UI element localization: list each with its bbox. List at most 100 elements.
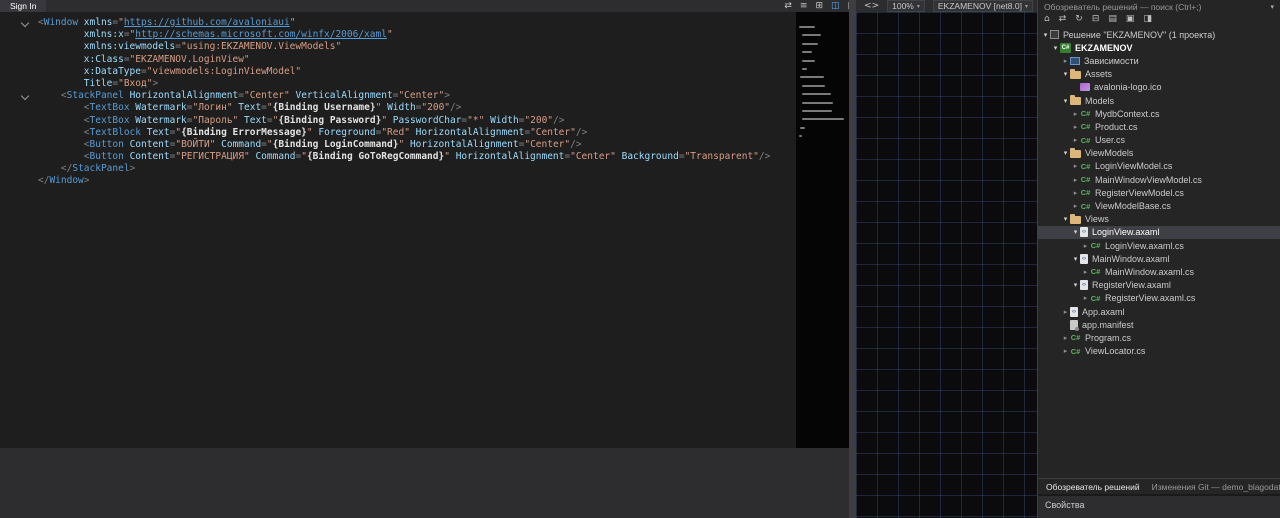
preview-selected-icon[interactable]: ◨: [1143, 12, 1152, 26]
tree-item[interactable]: ▾ C# EKZAMENOV: [1038, 41, 1280, 54]
tree-item[interactable]: ▸ C# MydbContext.cs: [1038, 107, 1280, 120]
tree-item[interactable]: app.manifest: [1038, 318, 1280, 331]
project-target-select[interactable]: EKZAMENOV [net8.0] ▾: [932, 0, 1033, 12]
code-token: "EKZAMENOV.LoginView": [129, 53, 250, 65]
code-line[interactable]: <TextBox Watermark="Пароль" Text="{Bindi…: [0, 115, 796, 127]
collapse-arrow-icon[interactable]: ▾: [1051, 44, 1060, 52]
expand-arrow-icon[interactable]: ▸: [1061, 308, 1070, 316]
fold-chevron-icon[interactable]: [20, 18, 30, 28]
tree-item[interactable]: ▾ RegisterView.axaml: [1038, 279, 1280, 292]
expand-arrow-icon[interactable]: ▸: [1071, 110, 1080, 118]
horizontal-split-icon[interactable]: ≡: [800, 0, 808, 12]
collapse-arrow-icon[interactable]: ▾: [1061, 70, 1070, 78]
collapse-arrow-icon[interactable]: ▾: [1061, 149, 1070, 157]
code-token: "Вход": [118, 77, 153, 89]
tree-item[interactable]: ▸ C# RegisterView.axaml.cs: [1038, 292, 1280, 305]
collapse-arrow-icon[interactable]: ▾: [1071, 255, 1080, 263]
tree-item-label: MydbContext.cs: [1095, 108, 1160, 119]
code-token: />: [758, 151, 771, 163]
tab-solution-explorer[interactable]: Обозреватель решений: [1046, 482, 1140, 492]
expand-arrow-icon[interactable]: ▸: [1081, 242, 1090, 250]
code-line[interactable]: <StackPanel HorizontalAlignment="Center"…: [0, 90, 796, 102]
xaml-code-editor[interactable]: <Window xmlns="https://github.com/avalon…: [0, 12, 796, 448]
tab-git-changes[interactable]: Изменения Git — demo_blagodat: [1152, 482, 1280, 492]
fold-chevron-icon[interactable]: [20, 91, 30, 101]
chevron-down-icon[interactable]: ▾: [1270, 3, 1274, 11]
collapse-arrow-icon[interactable]: ▾: [1071, 281, 1080, 289]
minimap-line: [801, 42, 818, 45]
code-line[interactable]: <TextBox Watermark="Логин" Text="{Bindin…: [0, 102, 796, 114]
tree-item[interactable]: ▸ C# MainWindowViewModel.cs: [1038, 173, 1280, 186]
tree-item[interactable]: avalonia-logo.ico: [1038, 81, 1280, 94]
tree-item[interactable]: ▾ LoginView.axaml: [1038, 225, 1280, 239]
swap-panes-icon[interactable]: ⇄: [784, 0, 792, 12]
code-line[interactable]: <Button Content="ВОЙТИ" Command="{Bindin…: [0, 139, 796, 151]
collapse-arrow-icon[interactable]: ▾: [1061, 97, 1070, 105]
expand-arrow-icon[interactable]: ▸: [1071, 176, 1080, 184]
collapse-arrow-icon[interactable]: ▾: [1061, 215, 1070, 223]
expand-arrow-icon[interactable]: ▸: [1071, 202, 1080, 210]
grid-split-icon[interactable]: ⊞: [815, 0, 823, 12]
tree-item[interactable]: ▸ Зависимости: [1038, 54, 1280, 67]
code-token: {Binding Username}: [272, 102, 376, 114]
tree-item-label: MainWindow.axaml: [1092, 253, 1170, 264]
tree-item[interactable]: ▸ C# ViewModelBase.cs: [1038, 199, 1280, 212]
tree-item[interactable]: ▸ App.axaml: [1038, 305, 1280, 318]
tree-item[interactable]: ▾ Assets: [1038, 68, 1280, 81]
csharp-icon: C#: [1080, 135, 1091, 145]
code-line[interactable]: <Button Content="РЕГИСТРАЦИЯ" Command="{…: [0, 151, 796, 163]
vertical-split-icon[interactable]: ◫: [831, 0, 840, 12]
switch-views-icon[interactable]: ⇄: [1059, 12, 1067, 26]
expand-arrow-icon[interactable]: ▸: [1081, 294, 1090, 302]
zoom-select[interactable]: 100% ▾: [887, 0, 925, 12]
code-line[interactable]: xmlns:x="http://schemas.microsoft.com/wi…: [0, 29, 796, 41]
expand-arrow-icon[interactable]: ▸: [1071, 162, 1080, 170]
tree-item[interactable]: ▸ C# Program.cs: [1038, 331, 1280, 344]
expand-arrow-icon[interactable]: ▸: [1061, 334, 1070, 342]
code-line[interactable]: x:DataType="viewmodels:LoginViewModel": [0, 66, 796, 78]
collapse-arrow-icon[interactable]: ▾: [1041, 31, 1050, 39]
code-token: {Binding ErrorMessage}: [181, 126, 307, 138]
tree-item[interactable]: ▾ Решение "EKZAMENOV" (1 проекта): [1038, 28, 1280, 41]
tree-item[interactable]: ▾ Views: [1038, 213, 1280, 226]
tree-item[interactable]: ▸ C# LoginViewModel.cs: [1038, 160, 1280, 173]
properties-icon[interactable]: ▣: [1126, 12, 1135, 26]
expand-arrow-icon[interactable]: ▸: [1071, 189, 1080, 197]
tree-item[interactable]: ▸ C# User.cs: [1038, 134, 1280, 147]
refresh-icon[interactable]: ↻: [1075, 12, 1083, 26]
show-all-files-icon[interactable]: ▤: [1108, 12, 1117, 26]
expand-arrow-icon[interactable]: ▸: [1061, 57, 1070, 65]
tree-item[interactable]: ▸ C# MainWindow.axaml.cs: [1038, 265, 1280, 278]
expand-arrow-icon[interactable]: ▸: [1061, 347, 1070, 355]
collapse-all-icon[interactable]: ⊟: [1092, 12, 1100, 26]
code-line[interactable]: xmlns:viewmodels="using:EKZAMENOV.ViewMo…: [0, 41, 796, 53]
tab-sign-in[interactable]: Sign In: [0, 0, 47, 12]
designer-preview-grid[interactable]: [856, 12, 1037, 518]
tree-item[interactable]: ▸ C# RegisterViewModel.cs: [1038, 186, 1280, 199]
tree-item-label: Models: [1085, 95, 1115, 106]
expand-arrow-icon[interactable]: ▸: [1071, 136, 1080, 144]
tree-item[interactable]: ▸ C# LoginView.axaml.cs: [1038, 239, 1280, 252]
pane-splitter[interactable]: [849, 0, 856, 518]
tree-item[interactable]: ▾ MainWindow.axaml: [1038, 252, 1280, 265]
xaml-view-icon[interactable]: <>: [864, 0, 879, 12]
code-line[interactable]: Title="Вход">: [0, 78, 796, 90]
collapse-arrow-icon[interactable]: ▾: [1071, 228, 1080, 236]
code-line[interactable]: x:Class="EKZAMENOV.LoginView": [0, 54, 796, 66]
chevron-down-icon: ▾: [916, 2, 920, 10]
home-icon[interactable]: ⌂: [1044, 12, 1050, 26]
minimap-scrollbar[interactable]: [796, 12, 849, 448]
expand-arrow-icon[interactable]: ▸: [1071, 123, 1080, 131]
code-line[interactable]: <Window xmlns="https://github.com/avalon…: [0, 17, 796, 29]
expand-arrow-icon[interactable]: ▸: [1081, 268, 1090, 276]
code-line[interactable]: </Window>: [0, 175, 796, 187]
tree-item[interactable]: ▸ C# Product.cs: [1038, 120, 1280, 133]
tree-item[interactable]: ▾ Models: [1038, 94, 1280, 107]
properties-panel-header[interactable]: Свойства: [1038, 494, 1280, 518]
code-line[interactable]: <TextBlock Text="{Binding ErrorMessage}"…: [0, 127, 796, 139]
tree-item[interactable]: ▾ ViewModels: [1038, 147, 1280, 160]
tree-item[interactable]: ▸ C# ViewLocator.cs: [1038, 345, 1280, 358]
code-line[interactable]: </StackPanel>: [0, 163, 796, 175]
